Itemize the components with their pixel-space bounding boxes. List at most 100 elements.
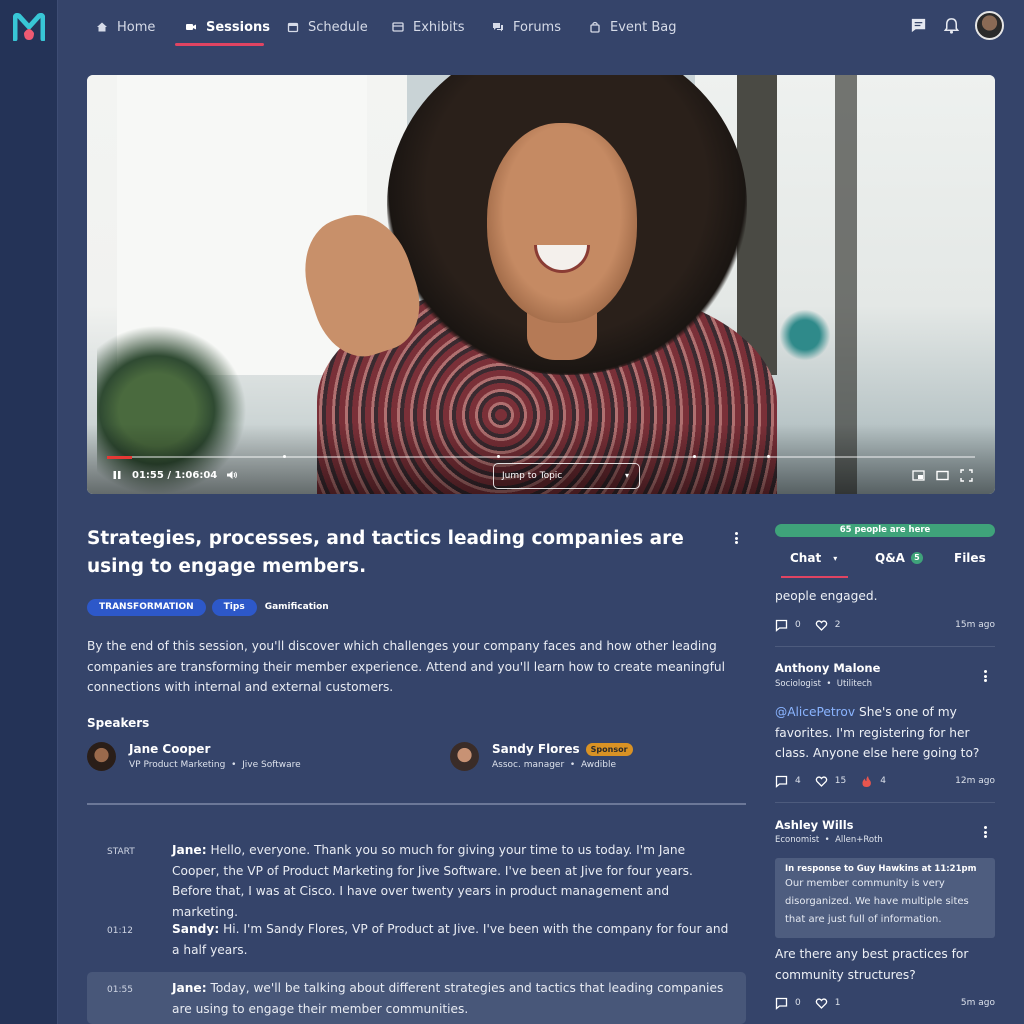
session-description: By the end of this session, you'll disco… (87, 639, 726, 694)
chapter-marker[interactable] (693, 455, 696, 458)
bag-icon (590, 21, 600, 33)
speaker-card[interactable]: Sandy Flores Sponsor Assoc. manager • Awd… (450, 742, 633, 771)
like-button[interactable]: 15 (815, 775, 846, 788)
nav-schedule[interactable]: Schedule (287, 17, 368, 37)
chevron-down-icon: ▾ (833, 553, 838, 563)
speaker-role: Assoc. manager (492, 760, 565, 770)
chevron-down-icon: ▾ (624, 471, 629, 480)
transcript-entry[interactable]: 01:12 Sandy: Hi. I'm Sandy Flores, VP of… (87, 915, 746, 960)
chapter-marker[interactable] (283, 455, 286, 458)
tab-files[interactable]: Files (954, 551, 986, 565)
message-author[interactable]: Ashley Wills (775, 818, 854, 832)
qa-count-badge: 5 (910, 552, 923, 564)
tab-qa-label: Q&A (875, 551, 905, 565)
chat-message-footer: 4 15 4 12m ago (775, 774, 995, 788)
like-button[interactable]: 2 (815, 619, 840, 632)
tab-qa[interactable]: Q&A 5 (875, 551, 923, 565)
nav-event-bag[interactable]: Event Bag (589, 17, 677, 37)
speaker-card[interactable]: Jane Cooper VP Product Marketing • Jive … (87, 742, 301, 771)
fire-icon (862, 775, 872, 787)
message-more-icon[interactable] (980, 668, 990, 684)
transcript-entry-current[interactable]: 01:55 Jane: Today, we'll be talking abou… (87, 972, 746, 1024)
miniplayer-icon[interactable] (912, 469, 925, 482)
nav-home[interactable]: Home (96, 17, 155, 37)
theater-mode-icon[interactable] (936, 469, 949, 482)
nav-forums-label: Forums (513, 19, 561, 35)
message-author-meta: Economist • Allen+Roth (775, 835, 883, 845)
chapter-marker[interactable] (497, 455, 500, 458)
exhibits-icon (392, 22, 404, 32)
chat-icon[interactable] (909, 16, 928, 35)
home-icon (97, 22, 107, 32)
jump-to-topic-label: Jump to Topic (502, 471, 563, 481)
message-divider (775, 646, 995, 647)
fire-reaction-button[interactable]: 4 (860, 775, 886, 788)
jump-to-topic-select[interactable]: Jump to Topic ▾ (493, 463, 640, 489)
app-logo[interactable] (13, 13, 45, 41)
speaker-name: Sandy Flores (492, 742, 580, 756)
comment-button[interactable]: 0 (775, 997, 801, 1010)
transcript-speaker: Jane: (172, 843, 207, 857)
comment-button[interactable]: 0 (775, 619, 801, 632)
transcript-time: START (107, 847, 135, 857)
tab-chat-label: Chat (790, 551, 822, 565)
message-timestamp: 15m ago (955, 620, 995, 630)
user-avatar[interactable] (975, 11, 1004, 40)
video-progress-fill (107, 456, 133, 459)
message-timestamp: 12m ago (955, 776, 995, 786)
tab-files-label: Files (954, 551, 986, 565)
transcript-speaker: Jane: (172, 981, 207, 995)
transcript-time: 01:12 (107, 926, 133, 936)
like-button[interactable]: 1 (815, 997, 840, 1010)
nav-exhibits[interactable]: Exhibits (392, 17, 465, 37)
user-mention[interactable]: @AlicePetrov (775, 705, 855, 719)
presence-banner: 65 people are here (775, 524, 995, 537)
transcript-speaker: Sandy: (172, 922, 220, 936)
comment-icon (775, 775, 788, 788)
sponsor-badge: Sponsor (585, 742, 633, 756)
message-more-icon[interactable] (980, 824, 990, 840)
heart-icon (815, 997, 828, 1009)
speakers-heading: Speakers (87, 716, 150, 730)
message-author[interactable]: Anthony Malone (775, 661, 880, 675)
chat-message-text: @AlicePetrov She's one of my favorites. … (775, 705, 980, 760)
pause-icon[interactable] (111, 469, 123, 481)
bell-icon[interactable] (942, 16, 961, 35)
quote-text: Our member community is very disorganize… (785, 878, 969, 925)
tag-gamification[interactable]: Gamification (263, 599, 331, 616)
transcript-time: 01:55 (107, 985, 133, 995)
fullscreen-icon[interactable] (960, 469, 973, 482)
session-more-icon[interactable] (731, 530, 741, 546)
nav-event-bag-label: Event Bag (610, 19, 677, 35)
transcript-text: Jane: Hello, everyone. Thank you so much… (172, 843, 693, 919)
speaker-role: VP Product Marketing (129, 760, 226, 770)
speaker-name: Jane Cooper (129, 742, 211, 756)
tag-transformation[interactable]: TRANSFORMATION (87, 599, 206, 616)
active-tab-indicator (781, 576, 848, 578)
video-progress-bar[interactable] (107, 455, 975, 459)
comment-icon (775, 619, 788, 632)
transcript-text: Jane: Today, we'll be talking about diff… (172, 981, 724, 1016)
chat-message-footer: 0 2 15m ago (775, 618, 995, 632)
chapter-marker[interactable] (767, 455, 770, 458)
message-divider (775, 802, 995, 803)
chat-message-text: Are there any best practices for communi… (775, 947, 969, 982)
quoted-reply: In response to Guy Hawkins at 11:21pm Ou… (775, 858, 995, 938)
quote-header: In response to Guy Hawkins at 11:21pm (785, 864, 977, 874)
app-rail (0, 0, 58, 1024)
nav-forums[interactable]: Forums (492, 17, 561, 37)
speaker-company: Jive Software (242, 760, 301, 770)
speaker-company: Awdible (580, 760, 617, 770)
avatar (450, 742, 479, 771)
transcript-entry[interactable]: START Jane: Hello, everyone. Thank you s… (87, 836, 746, 919)
tab-chat[interactable]: Chat ▾ (790, 551, 837, 565)
tag-tips[interactable]: Tips (211, 599, 257, 616)
volume-icon[interactable] (226, 469, 238, 481)
section-divider (87, 803, 746, 805)
session-title: Strategies, processes, and tactics leadi… (87, 528, 684, 577)
nav-sessions[interactable]: Sessions (185, 17, 270, 37)
nav-exhibits-label: Exhibits (413, 19, 465, 35)
comment-button[interactable]: 4 (775, 775, 801, 788)
video-player[interactable]: 01:55 / 1:06:04 Jump to Topic ▾ (87, 75, 995, 494)
nav-home-label: Home (117, 19, 156, 35)
